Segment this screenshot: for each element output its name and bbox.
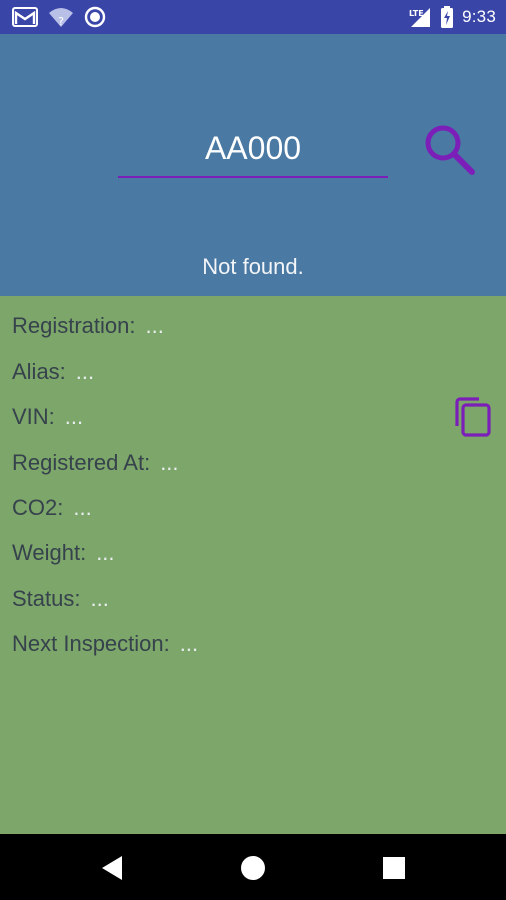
co2-label: CO2: <box>12 495 64 520</box>
registration-row: Registration:... <box>12 311 164 341</box>
svg-text:LTE: LTE <box>409 9 424 18</box>
weight-value: ... <box>96 540 115 565</box>
vehicle-details-panel: Registration:... Alias:... VIN:... Regis… <box>0 296 506 834</box>
search-button[interactable] <box>420 122 480 182</box>
status-label: Status: <box>12 586 81 611</box>
status-value: ... <box>90 586 109 611</box>
vin-label: VIN: <box>12 404 55 429</box>
registration-value: ... <box>145 313 164 338</box>
back-icon <box>102 856 122 880</box>
search-header: Not found. <box>0 34 506 296</box>
gmail-icon <box>12 7 38 27</box>
status-row: Status:... <box>12 584 109 614</box>
search-icon <box>425 125 475 175</box>
copy-vin-button[interactable] <box>452 396 494 438</box>
weight-label: Weight: <box>12 540 87 565</box>
alias-row: Alias:... <box>12 357 94 387</box>
status-bar: ? LTE 9:33 <box>0 0 506 34</box>
status-time: 9:33 <box>462 7 496 26</box>
next-inspection-row: Next Inspection:... <box>12 629 198 659</box>
status-bar-system: LTE 9:33 <box>408 6 496 28</box>
alias-value: ... <box>75 359 95 384</box>
alias-label: Alias: <box>12 359 66 384</box>
copy-icon <box>455 397 491 437</box>
svg-text:?: ? <box>58 15 64 28</box>
registered-at-label: Registered At: <box>12 450 151 475</box>
registration-label: Registration: <box>12 313 136 338</box>
sync-icon <box>84 6 106 28</box>
navigation-bar <box>0 834 506 900</box>
registered-at-value: ... <box>160 450 179 475</box>
co2-row: CO2:... <box>12 493 92 523</box>
wifi-icon: ? <box>48 6 74 28</box>
home-icon <box>241 856 265 880</box>
status-bar-notifications: ? <box>12 6 106 28</box>
co2-value: ... <box>73 495 92 520</box>
vin-value: ... <box>64 404 84 429</box>
registration-search-input[interactable] <box>118 120 388 178</box>
registered-at-row: Registered At:... <box>12 448 179 478</box>
weight-row: Weight:... <box>12 538 115 568</box>
next-inspection-label: Next Inspection: <box>12 631 170 656</box>
battery-charging-icon <box>440 6 454 28</box>
back-button[interactable] <box>96 852 128 884</box>
recents-icon <box>383 857 405 879</box>
result-message: Not found. <box>202 254 304 279</box>
home-button[interactable] <box>237 852 269 884</box>
vin-row: VIN:... <box>12 402 83 432</box>
recents-button[interactable] <box>378 852 410 884</box>
lte-signal-icon: LTE <box>408 6 432 28</box>
next-inspection-value: ... <box>179 631 199 656</box>
